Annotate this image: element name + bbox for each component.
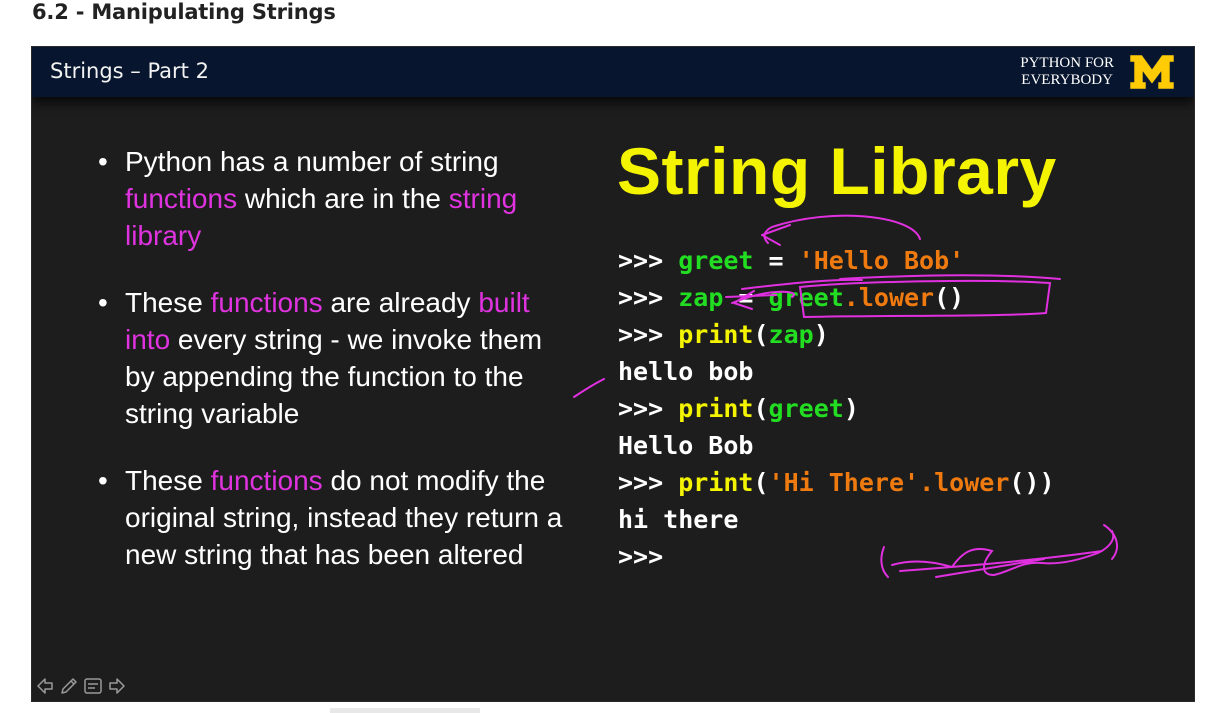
code-line: >>> print('Hi There'.lower()): [618, 464, 1055, 501]
code-token: >>>: [618, 283, 679, 312]
code-token: zap: [768, 320, 814, 349]
university-logo: [1129, 54, 1175, 90]
code-token: =: [753, 246, 799, 275]
video-slide[interactable]: Strings – Part 2 PYTHON FOR EVERYBODY Py…: [31, 46, 1195, 702]
bullet-text: These: [125, 465, 211, 496]
code-token: >>>: [618, 468, 679, 497]
bullet-item: These functions are already built into e…: [98, 284, 568, 432]
brand-text: PYTHON FOR EVERYBODY: [1020, 55, 1114, 89]
slide-header: Strings – Part 2 PYTHON FOR EVERYBODY: [32, 47, 1194, 97]
code-token: print: [678, 320, 754, 349]
notes-icon[interactable]: [82, 675, 104, 697]
code-line: >>>: [618, 538, 1055, 575]
slide-controls: [34, 675, 128, 697]
code-token: greet: [768, 394, 844, 423]
code-line: hi there: [618, 501, 1055, 538]
prev-icon[interactable]: [34, 675, 56, 697]
annotation-arrow-greet: [761, 214, 921, 246]
next-icon[interactable]: [106, 675, 128, 697]
code-token: (: [753, 320, 769, 349]
highlighted-term: functions: [210, 465, 323, 496]
code-token: ): [813, 320, 829, 349]
code-line: >>> print(greet): [618, 390, 1055, 427]
code-token: hi there: [618, 505, 739, 534]
pen-icon[interactable]: [58, 675, 80, 697]
highlighted-term: functions: [210, 287, 323, 318]
code-line: >>> greet = 'Hello Bob': [618, 242, 1055, 279]
bullet-list: Python has a number of string functions …: [98, 143, 568, 603]
bullet-text: which are in the: [237, 183, 449, 214]
bullet-item: These functions do not modify the origin…: [98, 462, 568, 573]
code-token: >>>: [618, 320, 679, 349]
slide-header-title: Strings – Part 2: [50, 59, 209, 83]
bullet-text: These: [125, 287, 211, 318]
code-block: >>> greet = 'Hello Bob' >>> zap = greet.l…: [618, 242, 1055, 575]
bullet-text: every string - we invoke them by appendi…: [125, 324, 543, 429]
code-token: (): [934, 283, 965, 312]
code-token: .lower: [843, 283, 935, 312]
code-line: >>> print(zap): [618, 316, 1055, 353]
code-token: ): [843, 394, 859, 423]
code-token: greet: [678, 246, 754, 275]
code-token: print: [678, 394, 754, 423]
page-title: 6.2 - Manipulating Strings: [32, 0, 336, 24]
code-token: >>>: [618, 246, 679, 275]
code-token: 'Hi There': [768, 468, 920, 497]
brand-line-2: EVERYBODY: [1021, 72, 1113, 88]
brand-line-1: PYTHON FOR: [1020, 55, 1114, 71]
code-token: .lower: [919, 468, 1010, 497]
code-line: >>> zap = greet.lower(): [618, 279, 1055, 316]
code-token: print: [678, 468, 754, 497]
annotation-dash: [573, 378, 605, 398]
code-token: =: [723, 283, 769, 312]
code-token: ()): [1009, 468, 1055, 497]
code-line: Hello Bob: [618, 427, 1055, 464]
code-token: >>>: [618, 394, 679, 423]
code-token: Hello Bob: [618, 431, 754, 460]
code-token: hello bob: [618, 357, 754, 386]
highlighted-term: functions: [125, 183, 238, 214]
code-token: 'Hello Bob': [798, 246, 965, 275]
code-token: (: [753, 394, 769, 423]
slide-title: String Library: [617, 134, 1057, 208]
code-token: greet: [768, 283, 844, 312]
code-line: hello bob: [618, 353, 1055, 390]
bullet-item: Python has a number of string functions …: [98, 143, 568, 254]
code-token: zap: [678, 283, 724, 312]
scroll-indicator: [330, 708, 480, 713]
bullet-text: are already: [322, 287, 479, 318]
bullet-text: Python has a number of string: [125, 146, 499, 177]
code-token: (: [753, 468, 769, 497]
code-token: >>>: [618, 542, 664, 571]
